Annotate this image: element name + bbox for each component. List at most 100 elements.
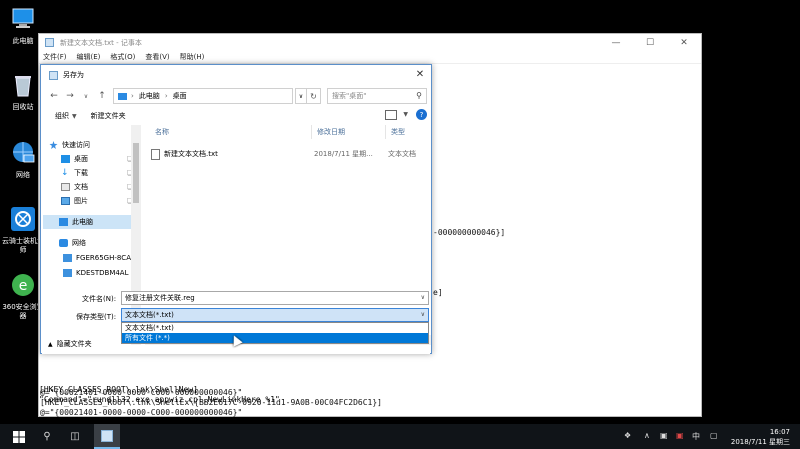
nav-network[interactable]: 网络 <box>59 237 86 249</box>
search-icon[interactable]: ⚲ <box>40 430 54 443</box>
address-dropdown-icon[interactable]: ∨ <box>295 88 307 104</box>
yunqishi-app-icon <box>11 207 35 231</box>
computer-icon <box>63 254 72 262</box>
new-folder-button[interactable]: 新建文件夹 <box>91 111 126 121</box>
dialog-footer <box>42 348 430 354</box>
maximize-button[interactable]: ☐ <box>633 34 667 51</box>
notepad-menu-bar: 文件(F) 编辑(E) 格式(O) 查看(V) 帮助(H) <box>39 51 701 64</box>
notepad-app-icon <box>45 38 54 47</box>
notification-icon[interactable]: ▢ <box>710 431 718 440</box>
dialog-close-button[interactable]: ✕ <box>411 67 429 81</box>
toolbar-right: ▼ ? <box>385 109 427 120</box>
chevron-down-icon[interactable]: ∨ <box>421 311 425 318</box>
savetype-option-selected[interactable]: 所有文件 (*.*) <box>122 333 428 343</box>
download-icon: ↓ <box>61 168 69 178</box>
text-line: e] <box>433 288 443 297</box>
recycle-bin-icon <box>15 76 31 97</box>
nav-this-pc[interactable]: 此电脑 <box>59 216 93 228</box>
chevron-right-icon: › <box>164 92 168 100</box>
address-bar[interactable]: › 此电脑 › 桌面 <box>113 88 293 104</box>
nav-downloads[interactable]: ↓ 下载 ❏ <box>61 167 133 179</box>
column-header-type[interactable]: 类型 <box>391 125 405 139</box>
text-line: "Command"="rundll32.exe appwiz.cpl,NewLi… <box>39 395 280 404</box>
ime-indicator[interactable]: 中 <box>692 431 700 442</box>
column-divider[interactable] <box>385 125 386 139</box>
document-icon <box>61 183 70 191</box>
up-arrow-icon[interactable]: ↑ <box>95 89 109 103</box>
caret-down-icon: ▼ <box>72 113 77 120</box>
network-icon <box>13 142 35 163</box>
breadcrumb-this-pc[interactable]: 此电脑 <box>139 91 160 101</box>
nav-network-computer[interactable]: KDESTDBM4AL <box>63 267 129 279</box>
menu-format[interactable]: 格式(O) <box>110 52 135 62</box>
start-windows-icon[interactable] <box>12 430 26 443</box>
nav-network-computer[interactable]: FGER65GH-8CA <box>63 252 131 264</box>
recent-dropdown-icon[interactable]: ∨ <box>79 89 93 103</box>
organize-button[interactable]: 组织 ▼ <box>55 111 77 121</box>
nav-pictures[interactable]: 图片 ❏ <box>61 195 133 207</box>
computer-icon <box>12 8 34 28</box>
task-view-icon[interactable]: ◫ <box>68 430 82 443</box>
address-row: ← → ∨ ↑ › 此电脑 › 桌面 ∨ ↻ 搜索"桌面" ⚲ <box>41 85 431 107</box>
minimize-button[interactable]: — <box>599 34 633 51</box>
chevron-up-icon[interactable]: ∧ <box>644 431 650 440</box>
savetype-option[interactable]: 文本文档(*.txt) <box>122 323 428 333</box>
search-placeholder: 搜索"桌面" <box>332 92 367 100</box>
column-header-name[interactable]: 名称 <box>155 125 169 139</box>
notepad-app-icon <box>49 70 58 80</box>
column-header-modified[interactable]: 修改日期 <box>317 125 345 139</box>
help-icon[interactable]: ? <box>416 109 427 120</box>
dialog-title-bar[interactable]: 另存为 <box>41 65 431 85</box>
breadcrumb-desktop[interactable]: 桌面 <box>173 91 187 101</box>
close-button[interactable]: ✕ <box>667 34 701 51</box>
dialog-toolbar: 组织 ▼ 新建文件夹 ▼ ? <box>41 107 431 125</box>
search-icon: ⚲ <box>416 91 422 100</box>
menu-edit[interactable]: 编辑(E) <box>77 52 101 62</box>
menu-help[interactable]: 帮助(H) <box>180 52 205 62</box>
view-options-icon[interactable] <box>385 109 398 120</box>
forward-arrow-icon[interactable]: → <box>63 89 77 103</box>
network-tray-icon[interactable]: ▣ <box>660 431 668 440</box>
savetype-select[interactable]: 文本文档(*.txt) ∨ <box>121 308 429 322</box>
taskbar: ⚲ ◫ ❖ ∧ ▣ ▣ 中 ▢ 16:07 2018/7/11 星期三 <box>0 424 800 449</box>
scroll-thumb[interactable] <box>133 143 139 203</box>
desktop-folder-icon <box>61 155 70 163</box>
chevron-down-icon[interactable]: ∨ <box>421 294 425 301</box>
back-arrow-icon[interactable]: ← <box>47 89 61 103</box>
star-icon <box>49 141 58 149</box>
nav-quick-access[interactable]: 快速访问 <box>49 139 90 151</box>
pictures-icon <box>61 197 70 205</box>
dialog-title: 另存为 <box>63 71 84 79</box>
refresh-icon[interactable]: ↻ <box>307 88 321 104</box>
system-clock[interactable]: 16:07 2018/7/11 星期三 <box>731 427 790 447</box>
caret-down-icon[interactable]: ▼ <box>403 111 408 118</box>
window-controls: — ☐ ✕ <box>599 34 701 51</box>
text-file-icon <box>151 148 160 160</box>
notepad-title: 新建文本文档.txt - 记事本 <box>60 38 142 47</box>
menu-file[interactable]: 文件(F) <box>43 52 67 62</box>
clock-time: 16:07 <box>769 428 790 436</box>
computer-icon <box>118 92 127 100</box>
file-name: 新建文本文档.txt <box>164 150 218 158</box>
file-type: 文本文档 <box>388 150 416 158</box>
filename-input[interactable]: 修复注册文件关联.reg ∨ <box>121 291 429 305</box>
file-row[interactable]: 新建文本文档.txt 2018/7/11 星期... 文本文档 <box>151 147 431 161</box>
chevron-right-icon: › <box>131 92 134 100</box>
browser-360-icon: e <box>12 274 34 296</box>
menu-view[interactable]: 查看(V) <box>145 52 169 62</box>
people-icon[interactable]: ❖ <box>624 431 631 440</box>
clock-date: 2018/7/11 星期三 <box>730 438 790 446</box>
volume-muted-icon[interactable]: ▣ <box>676 431 684 440</box>
nav-documents[interactable]: 文档 ❏ <box>61 181 133 193</box>
text-line: @="{00021401-0000-0000-C000-000000000046… <box>40 408 243 417</box>
taskbar-notepad-button[interactable] <box>94 424 120 449</box>
text-line: [HKEY_CLASSES_ROOT\.lnk\ShellNew] <box>39 385 198 394</box>
search-input[interactable]: 搜索"桌面" ⚲ <box>327 88 427 104</box>
file-modified: 2018/7/11 星期... <box>314 150 373 158</box>
nav-desktop[interactable]: 桌面 ❏ <box>61 153 133 165</box>
computer-icon <box>63 269 72 277</box>
network-icon <box>59 239 68 247</box>
column-divider[interactable] <box>311 125 312 139</box>
filename-label: 文件名(N): <box>82 295 117 303</box>
savetype-dropdown-list: 文本文档(*.txt) 所有文件 (*.*) <box>121 322 429 344</box>
